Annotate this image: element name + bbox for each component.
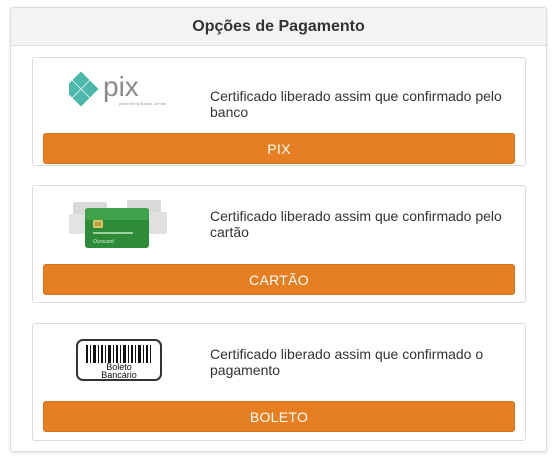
cartao-description: Certificado liberado assim que confirmad… (210, 208, 502, 240)
payment-options-panel: Opções de Pagamento pix powered by Banco… (10, 7, 547, 452)
credit-card-logo: Ourocard (51, 199, 186, 251)
credit-card-icon: Ourocard (68, 200, 167, 248)
pix-logo: pix powered by Banco Central (51, 71, 186, 107)
svg-text:Ourocard: Ourocard (93, 239, 114, 245)
pix-description: Certificado liberado assim que confirmad… (210, 88, 502, 120)
payment-option-boleto: Boleto Bancário Certificado liberado ass… (32, 323, 526, 441)
boleto-logo-text-line2: Bancário (101, 370, 137, 380)
boleto-description: Certificado liberado assim que confirmad… (210, 346, 484, 378)
pix-logo-subtext: powered by Banco Central (119, 101, 166, 106)
payment-option-cartao: Ourocard Certificado liberado assim que … (32, 185, 526, 303)
barcode-icon: Boleto Bancário (75, 339, 162, 381)
cartao-button[interactable]: CARTÃO (43, 264, 515, 295)
boleto-button[interactable]: BOLETO (43, 401, 515, 432)
boleto-logo: Boleto Bancário (51, 339, 186, 381)
pix-button[interactable]: PIX (43, 133, 515, 164)
pix-logo-text: pix (103, 71, 139, 102)
panel-title: Opções de Pagamento (11, 8, 546, 46)
pix-logo-icon: pix powered by Banco Central (68, 71, 166, 107)
payment-option-pix: pix powered by Banco Central Certificado… (32, 57, 526, 166)
